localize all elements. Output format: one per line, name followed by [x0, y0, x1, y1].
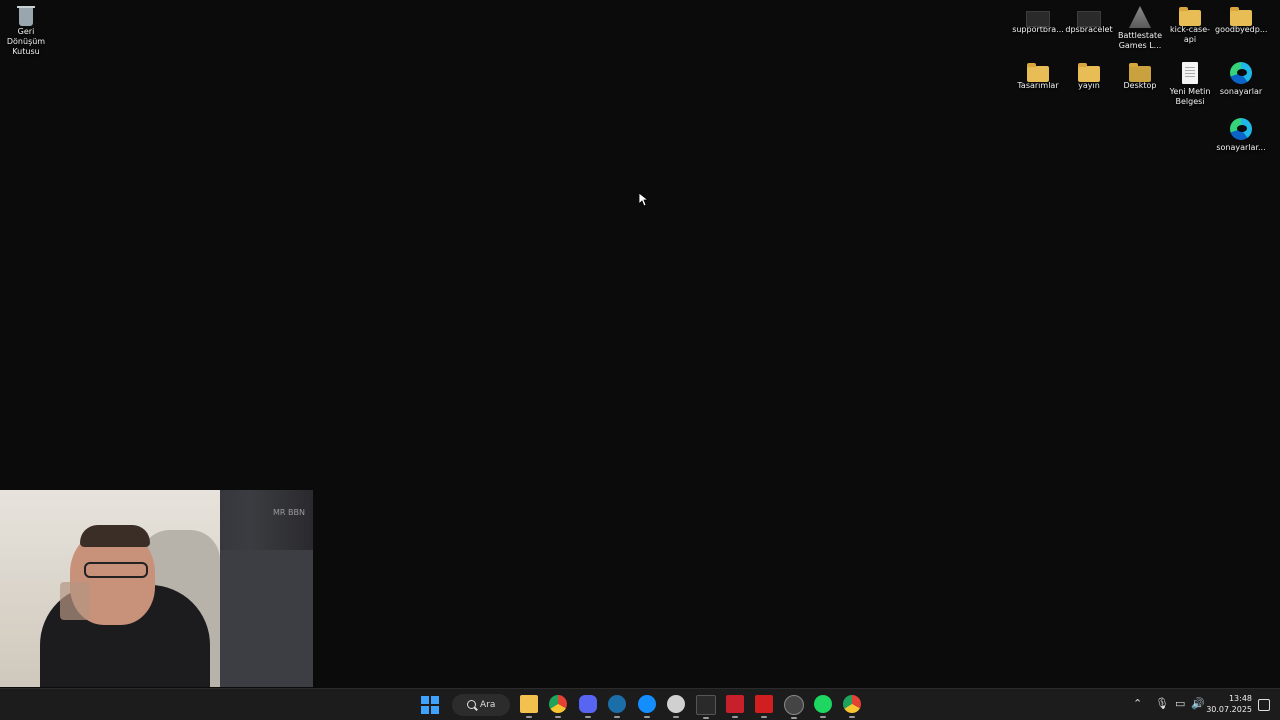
- folder-icon: [1027, 63, 1049, 82]
- epic-games-icon[interactable]: [696, 695, 716, 719]
- clock-time: 13:48: [1228, 694, 1252, 703]
- desktop-icon-label: Battlestate Games L...: [1117, 31, 1163, 50]
- folder-icon: [1230, 7, 1252, 26]
- spotify-icon[interactable]: [814, 695, 832, 718]
- desktop-icon-label: Geri Dönüşüm Kutusu: [6, 27, 46, 56]
- desktop-icon-label: Yeni Metin Belgesi: [1169, 87, 1211, 106]
- desktop-icon-battlestate[interactable]: Battlestate Games L...: [1114, 6, 1166, 51]
- app-red-icon[interactable]: [726, 695, 744, 718]
- desktop-icon-goodbyedp[interactable]: goodbyedp...: [1215, 6, 1267, 35]
- battle-net-icon[interactable]: [638, 695, 656, 718]
- search-button[interactable]: Ara: [452, 694, 510, 716]
- cup: [60, 582, 90, 620]
- desktop-icon-yeni-metin-belgesi[interactable]: Yeni Metin Belgesi: [1164, 62, 1216, 107]
- microphone-icon[interactable]: 🎙: [1155, 697, 1169, 710]
- mouse-cursor: [638, 192, 650, 211]
- taskbar: Ara ⌃ 🎙 ▭ 🔊 13:48 30.07.2025: [0, 688, 1280, 720]
- search-label: Ara: [480, 700, 496, 710]
- desktop-icon-label: Desktop: [1123, 81, 1157, 90]
- desktop-icon-label: Tasarımlar: [1017, 81, 1059, 90]
- wall-sign: MR BBN: [273, 508, 305, 517]
- chrome-icon[interactable]: [549, 695, 567, 718]
- folder-icon: [1078, 63, 1100, 82]
- shortcut-icon: [1077, 11, 1101, 27]
- discord-icon[interactable]: [579, 695, 597, 718]
- search-icon: [467, 700, 476, 709]
- desktop-icon-dpsbracelet[interactable]: dpsbracelet: [1063, 6, 1115, 35]
- desktop-icon-label: sonayarlar...: [1216, 143, 1266, 152]
- edge-icon: [1230, 62, 1252, 84]
- network-icon[interactable]: ▭: [1175, 697, 1185, 710]
- volume-icon[interactable]: 🔊: [1191, 697, 1205, 710]
- chrome-alt-icon[interactable]: [843, 695, 861, 718]
- notification-bell-icon[interactable]: [1258, 699, 1270, 711]
- desktop-icon-supportbra[interactable]: supportbra...: [1012, 6, 1064, 35]
- desktop-icon-sonayarlar[interactable]: sonayarlar: [1215, 62, 1267, 97]
- desktop-icon-kick-case-api[interactable]: kick-case-api: [1164, 6, 1216, 45]
- desktop-icon-label: goodbyedp...: [1215, 25, 1268, 34]
- folder-icon: [1179, 7, 1201, 26]
- battlestate-launcher-icon: [1129, 6, 1151, 28]
- desktop-icon-label: kick-case-api: [1169, 25, 1211, 44]
- edge-icon: [1230, 118, 1252, 140]
- glasses: [84, 562, 148, 578]
- tray-overflow-icon[interactable]: ⌃: [1133, 697, 1142, 710]
- text-document-icon: [1182, 62, 1198, 84]
- desktop-icon-label: yayın: [1078, 81, 1100, 90]
- app-red2-icon[interactable]: [755, 695, 773, 718]
- desktop-icon-yayin[interactable]: yayın: [1063, 62, 1115, 91]
- start-button[interactable]: [420, 695, 440, 715]
- shortcut-icon: [1026, 11, 1050, 27]
- clock-date: 30.07.2025: [1206, 705, 1252, 714]
- app-circle-icon[interactable]: [784, 695, 804, 719]
- webcam-overlay: MR BBN: [0, 490, 313, 687]
- desktop-icon-desktop[interactable]: Desktop: [1114, 62, 1166, 91]
- folder-icon: [1129, 63, 1151, 82]
- desktop-icon-recycle-bin[interactable]: Geri Dönüşüm Kutusu: [0, 6, 52, 57]
- desktop-icon-label: sonayarlar: [1219, 87, 1263, 96]
- clock[interactable]: 13:48 30.07.2025: [1206, 693, 1252, 715]
- cursor-arrow-icon: [638, 192, 650, 207]
- desktop-icon-tasarimlar[interactable]: Tasarımlar: [1012, 62, 1064, 91]
- steam-icon[interactable]: [608, 695, 626, 718]
- obs-icon[interactable]: [667, 695, 685, 718]
- recycle-bin-icon: [17, 6, 35, 26]
- file-explorer-icon[interactable]: [520, 695, 538, 718]
- desktop-icon-sonayarlar-2[interactable]: sonayarlar...: [1215, 118, 1267, 153]
